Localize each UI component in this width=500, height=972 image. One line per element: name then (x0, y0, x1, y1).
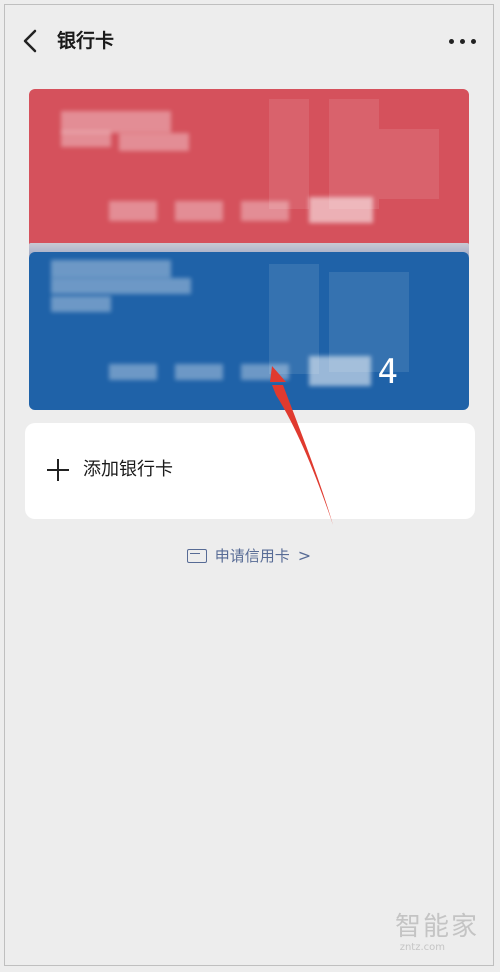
card-icon (186, 548, 207, 563)
apply-credit-card-label: 申请信用卡 (214, 547, 290, 565)
page-title: 银行卡 (57, 30, 115, 52)
chevron-left-icon[interactable] (19, 27, 43, 55)
phone-screen: 银行卡 4 添加银行卡 申请信用卡 > 智能家 zntz.com (4, 4, 494, 966)
bank-card-blue[interactable]: 4 (29, 252, 469, 410)
more-horizontal-icon[interactable] (447, 29, 479, 53)
add-bank-card-label: 添加银行卡 (83, 459, 173, 480)
add-bank-card-button[interactable]: 添加银行卡 (25, 423, 475, 519)
chevron-right-icon: > (297, 546, 312, 565)
nav-bar: 银行卡 (5, 5, 493, 75)
bank-card-red[interactable] (29, 89, 469, 249)
apply-credit-card-link[interactable]: 申请信用卡 > (5, 545, 493, 575)
plus-icon (47, 459, 69, 481)
watermark-logo: 智能家 (394, 912, 479, 942)
watermark-url: zntz.com (399, 942, 445, 953)
card-last-digit: 4 (377, 352, 399, 392)
